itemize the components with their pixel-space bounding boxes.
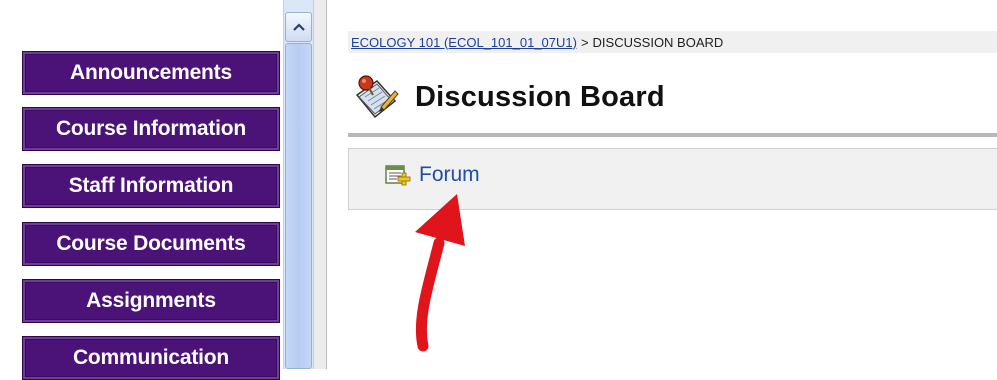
- menu-button-announcements[interactable]: Announcements: [22, 51, 280, 95]
- scrollbar-thumb[interactable]: [285, 43, 312, 369]
- forum-link-label: Forum: [419, 163, 480, 186]
- scroll-up-button[interactable]: [285, 12, 312, 42]
- page-title: Discussion Board: [415, 80, 665, 113]
- breadcrumb-separator: >: [580, 34, 589, 50]
- menu-button-staff-information[interactable]: Staff Information: [22, 164, 280, 208]
- frame-divider[interactable]: [313, 0, 327, 369]
- add-forum-icon: [385, 165, 411, 186]
- page-header: Discussion Board: [351, 71, 665, 123]
- breadcrumb-course-link[interactable]: ECOLOGY 101 (ECOL_101_01_07U1): [351, 35, 577, 50]
- title-divider: [348, 133, 997, 137]
- vertical-scrollbar[interactable]: [283, 0, 313, 369]
- menu-button-communication[interactable]: Communication: [22, 336, 280, 380]
- red-arrow-annotation: [415, 194, 465, 352]
- menu-button-course-information[interactable]: Course Information: [22, 107, 280, 151]
- course-menu: Announcements Course Information Staff I…: [0, 0, 313, 380]
- menu-button-assignments[interactable]: Assignments: [22, 279, 280, 323]
- add-forum-button[interactable]: Forum: [385, 163, 480, 187]
- breadcrumb-current: DISCUSSION BOARD: [592, 34, 724, 50]
- menu-button-course-documents[interactable]: Course Documents: [22, 222, 280, 266]
- breadcrumb: ECOLOGY 101 (ECOL_101_01_07U1) > DISCUSS…: [348, 31, 997, 53]
- discussion-board-icon: [355, 75, 399, 119]
- chevron-up-icon: [292, 23, 305, 31]
